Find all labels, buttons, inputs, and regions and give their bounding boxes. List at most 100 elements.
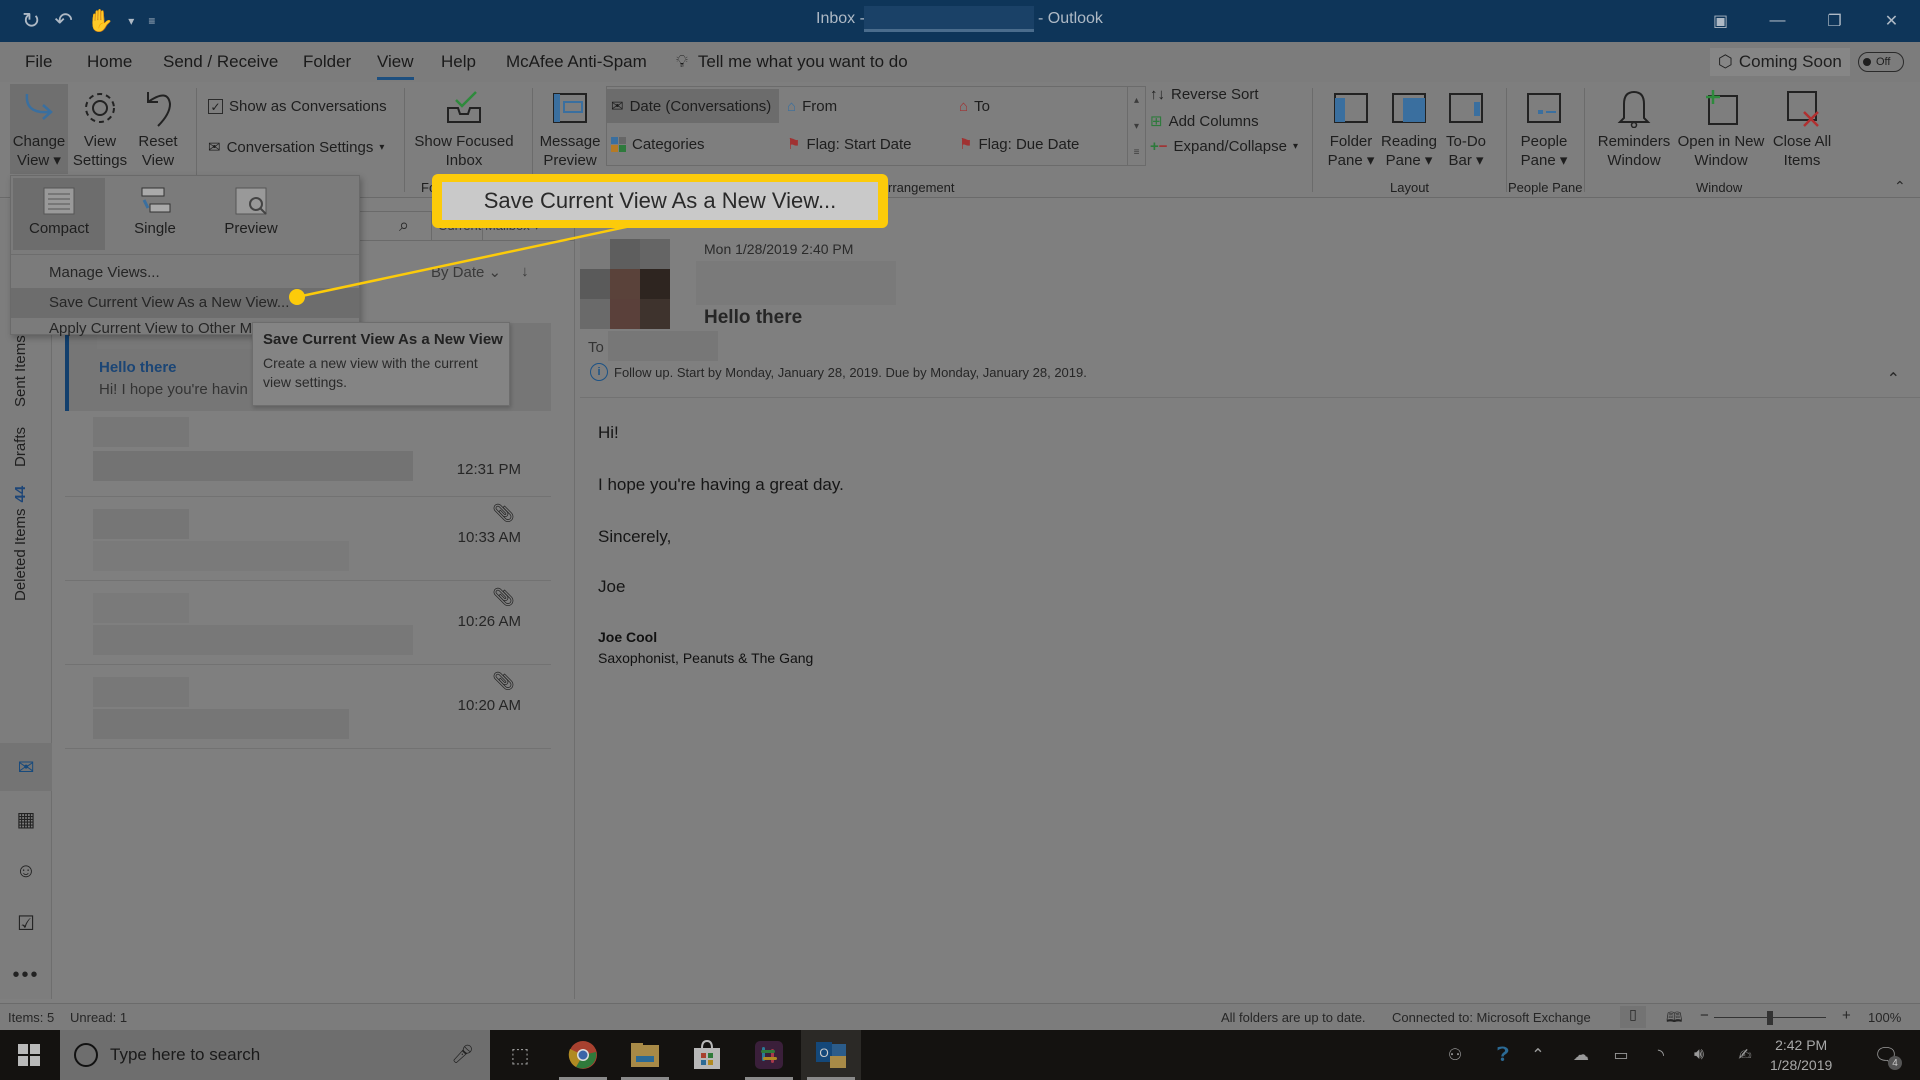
arrange-flag-due-date[interactable]: ⚑ Flag: Due Date [955, 127, 1083, 161]
onedrive-icon[interactable]: ☁ [1566, 1030, 1596, 1080]
volume-icon[interactable]: 🔊︎ [1684, 1030, 1714, 1080]
people-pane-button[interactable]: People Pane ▾ [1514, 88, 1574, 170]
zoom-in-icon[interactable]: + [1842, 1007, 1851, 1024]
message-row[interactable]: 📎︎ 10:33 AM [65, 499, 551, 583]
close-icon[interactable]: ✕ [1863, 0, 1920, 42]
pen-ink-icon[interactable]: ✍ [1730, 1030, 1760, 1080]
reverse-sort-button[interactable]: ↑↓ Reverse Sort [1150, 86, 1259, 103]
zoom-slider-thumb[interactable] [1767, 1011, 1773, 1025]
folder-deleted-items[interactable]: Deleted Items44 [12, 486, 29, 601]
calendar-icon[interactable]: ▦ [0, 795, 52, 843]
undo-icon[interactable]: ↶ [54, 8, 72, 34]
ribbon-display-icon[interactable]: ▣ [1692, 0, 1749, 42]
redacted-sender [93, 593, 189, 623]
coming-soon-button[interactable]: ⬡ Coming Soon [1710, 48, 1850, 76]
folder-sent-items[interactable]: Sent Items [12, 335, 29, 407]
arrange-from[interactable]: ⌂ From [783, 89, 841, 123]
view-option-compact[interactable]: Compact [13, 178, 105, 250]
task-view-icon[interactable]: ⬚ [490, 1030, 550, 1080]
menu-separator [11, 254, 359, 255]
close-all-items-button[interactable]: Close All Items [1766, 88, 1838, 170]
qat-dropdown-icon[interactable]: ▾ [128, 14, 134, 28]
people-icon[interactable]: ☺ [0, 847, 52, 895]
arrange-to[interactable]: ⌂ To [955, 89, 994, 123]
outlook-icon[interactable]: O [801, 1030, 861, 1080]
add-columns-button[interactable]: ⊞ Add Columns [1150, 112, 1259, 131]
taskbar-search-input[interactable]: Type here to search 🎤︎ [60, 1030, 490, 1080]
message-row[interactable]: 📎︎ 10:26 AM [65, 583, 551, 667]
minimize-icon[interactable]: — [1749, 0, 1806, 42]
ribbon-separator [1584, 88, 1585, 192]
zoom-out-icon[interactable]: − [1700, 1007, 1709, 1024]
arrange-date-conversations[interactable]: ✉ Date (Conversations) [607, 89, 779, 123]
view-settings-button[interactable]: View Settings [72, 88, 128, 170]
callout-highlight: Save Current View As a New View... [432, 174, 888, 228]
tab-view[interactable]: View [377, 52, 414, 80]
scroll-down-icon[interactable]: ▾ [1134, 121, 1139, 132]
reminders-window-button[interactable]: Reminders Window [1596, 88, 1672, 170]
taskbar-search-placeholder: Type here to search [110, 1045, 261, 1064]
attachment-icon: 📎︎ [492, 587, 515, 607]
show-as-conversations-checkbox[interactable]: ✓ Show as Conversations [208, 98, 387, 115]
folder-drafts[interactable]: Drafts [12, 427, 29, 467]
conversation-settings-button[interactable]: ✉ Conversation Settings ▾ [208, 138, 384, 157]
reset-view-button[interactable]: Reset View [132, 88, 184, 170]
sync-icon[interactable]: ↻ [22, 8, 40, 34]
reading-view-icon[interactable]: 🕮︎ [1666, 1007, 1683, 1031]
message-row[interactable]: 📎︎ 10:20 AM [65, 667, 551, 751]
action-center-icon[interactable]: 🗨︎ 4 [1866, 1030, 1906, 1080]
normal-view-icon[interactable]: ▯ [1620, 1006, 1646, 1028]
taskbar-clock[interactable]: 2:42 PM 1/28/2019 [1770, 1035, 1832, 1075]
reading-pane-button[interactable]: Reading Pane ▾ [1380, 88, 1438, 170]
restore-icon[interactable]: ❐ [1806, 0, 1863, 42]
people-tray-icon[interactable]: ⚇ [1440, 1030, 1470, 1080]
show-hidden-icons[interactable]: ⌃ [1526, 1030, 1550, 1080]
tab-mcafee[interactable]: McAfee Anti-Spam [506, 52, 647, 72]
sort-by-dropdown[interactable]: By Date ⌄ [431, 263, 501, 281]
change-view-button[interactable]: Change View ▾ [10, 84, 68, 174]
gallery-scrollbar[interactable]: ▴ ▾ ≡ [1127, 87, 1145, 165]
expand-collapse-button[interactable]: +− Expand/Collapse ▾ [1150, 138, 1298, 155]
todo-bar-button[interactable]: To-Do Bar ▾ [1440, 88, 1492, 170]
collapse-ribbon-icon[interactable]: ⌃ [1894, 178, 1906, 195]
tab-file[interactable]: File [25, 52, 52, 72]
help-tray-icon[interactable]: ❓︎ [1488, 1030, 1518, 1080]
touch-mode-icon[interactable]: ✋ [87, 8, 114, 34]
view-option-preview[interactable]: Preview [205, 178, 297, 250]
show-focused-inbox-button[interactable]: Show Focused Inbox [412, 88, 516, 170]
battery-icon[interactable]: ▭ [1606, 1030, 1636, 1080]
tab-home[interactable]: Home [87, 52, 132, 72]
collapse-header-icon[interactable]: ⌃ [1887, 369, 1900, 389]
signature-name: Joe Cool [598, 629, 658, 645]
open-in-new-window-button[interactable]: Open in New Window [1676, 88, 1766, 170]
tab-send-receive[interactable]: Send / Receive [163, 52, 278, 72]
more-icon[interactable]: ••• [0, 951, 52, 999]
folder-pane-button[interactable]: Folder Pane ▾ [1324, 88, 1378, 170]
view-option-single[interactable]: Single [109, 178, 201, 250]
microphone-icon[interactable]: 🎤︎ [451, 1044, 474, 1065]
start-windows-icon[interactable] [18, 1044, 40, 1066]
scroll-up-icon[interactable]: ▴ [1134, 95, 1139, 106]
arrange-flag-start-date[interactable]: ⚑ Flag: Start Date [783, 127, 916, 161]
manage-views-item[interactable]: Manage Views... [11, 258, 359, 288]
tab-folder[interactable]: Folder [303, 52, 351, 72]
sort-direction-icon[interactable]: ↓ [521, 263, 529, 281]
file-explorer-icon[interactable] [615, 1030, 675, 1080]
checkbox-checked-icon: ✓ [208, 99, 223, 114]
search-icon[interactable]: ⌕ [399, 215, 409, 236]
coming-soon-toggle[interactable]: Off [1858, 52, 1904, 72]
chrome-icon[interactable] [553, 1030, 613, 1080]
tell-me-box[interactable]: 💡︎ Tell me what you want to do [676, 52, 908, 72]
customize-qat-icon[interactable]: ≡ [148, 14, 155, 28]
gallery-more-icon[interactable]: ≡ [1134, 147, 1140, 158]
tasks-icon[interactable]: ☑ [0, 899, 52, 947]
tab-help[interactable]: Help [441, 52, 476, 72]
wifi-icon[interactable]: ◝ [1646, 1030, 1676, 1080]
show-as-conversations-label: Show as Conversations [229, 98, 387, 115]
mail-icon[interactable]: ✉ [0, 743, 52, 791]
store-icon[interactable] [677, 1030, 737, 1080]
arrange-categories[interactable]: Categories [607, 127, 709, 161]
slack-icon[interactable] [739, 1030, 799, 1080]
save-current-view-item[interactable]: Save Current View As a New View... [11, 288, 359, 318]
message-row[interactable]: 12:31 PM [65, 415, 551, 499]
